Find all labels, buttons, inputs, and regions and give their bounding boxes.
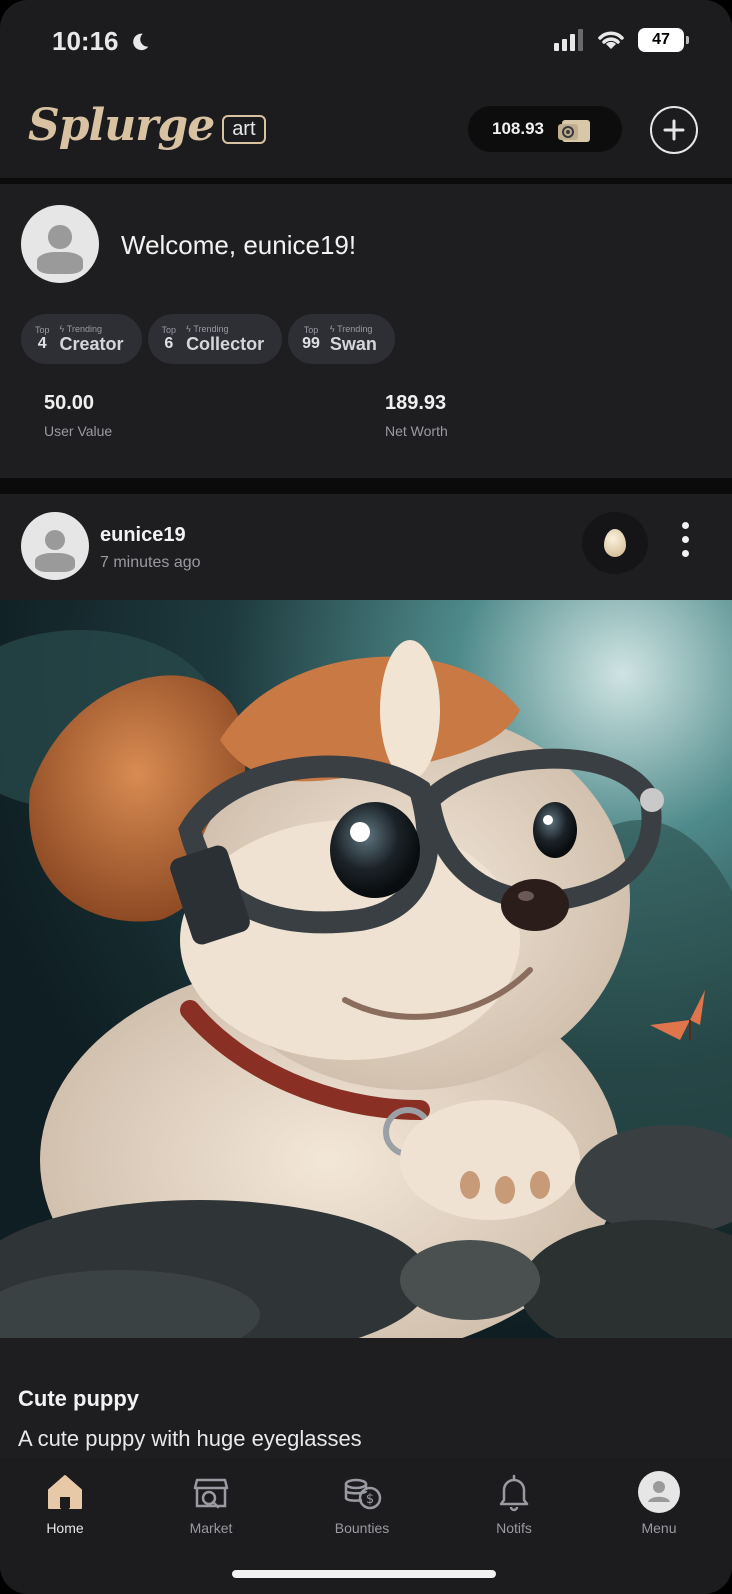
wallet-amount: 108.93: [492, 119, 544, 138]
egg-button[interactable]: [582, 512, 648, 574]
post-artwork-image[interactable]: [0, 600, 732, 1338]
tab-notifs[interactable]: Notifs: [454, 1470, 574, 1536]
badge-rank: 99: [302, 335, 320, 352]
badge-label: Collector: [186, 333, 265, 354]
tab-label: Menu: [641, 1520, 677, 1536]
status-time-text: 10:16: [52, 26, 119, 56]
rank-badges: Top 4 ϟ Trending Creator Top 6 ϟ Trendin…: [21, 314, 395, 364]
stat-value: 50.00: [44, 392, 95, 414]
logo-badge: art: [222, 115, 266, 144]
moon-icon: [132, 33, 148, 50]
profile-avatar[interactable]: [21, 205, 99, 283]
stat-label: User Value: [44, 423, 113, 439]
logo-wordmark: Splurge: [28, 100, 215, 151]
post-timestamp: 7 minutes ago: [100, 554, 201, 571]
market-icon: [193, 1478, 229, 1509]
badge-swan[interactable]: Top 99 ϟ Trending Swan: [288, 314, 395, 364]
post-author-avatar[interactable]: [21, 512, 89, 580]
tab-menu[interactable]: Menu: [599, 1470, 719, 1536]
battery-indicator: 47: [638, 28, 689, 52]
status-time: 10:16: [52, 26, 151, 57]
post-description: A cute puppy with huge eyeglasses: [18, 1426, 362, 1451]
status-icons: 47: [554, 28, 689, 52]
badge-collector[interactable]: Top 6 ϟ Trending Collector: [147, 314, 283, 364]
egg-icon: [604, 529, 626, 557]
battery-level: 47: [652, 31, 670, 48]
tab-market[interactable]: Market: [151, 1470, 271, 1536]
wifi-icon: [598, 31, 624, 49]
bounties-icon: $: [344, 1478, 382, 1510]
badge-label: Swan: [329, 333, 377, 354]
bell-icon: [499, 1474, 529, 1512]
tab-label: Market: [189, 1520, 233, 1536]
badge-trend: ϟ Trending: [329, 323, 373, 334]
status-bar: 10:16 47: [0, 0, 732, 82]
post-header: eunice19 7 minutes ago: [0, 494, 732, 600]
tab-bounties[interactable]: $ Bounties: [302, 1470, 422, 1536]
badge-top-label: Top: [161, 325, 177, 335]
stat-value: 189.93: [385, 392, 447, 414]
stat-label: Net Worth: [385, 423, 448, 439]
home-indicator[interactable]: [232, 1570, 496, 1578]
more-options-icon[interactable]: [682, 522, 689, 557]
badge-trend: ϟ Trending: [186, 323, 229, 334]
puppy-illustration: [0, 600, 732, 1338]
signal-icon: [554, 29, 583, 51]
stat-user-value: 50.00 User Value: [44, 392, 112, 439]
avatar-icon: [638, 1471, 680, 1513]
tab-label: Notifs: [496, 1520, 532, 1536]
badge-rank: 4: [37, 335, 47, 352]
welcome-text: Welcome, eunice19!: [121, 230, 357, 260]
tab-label: Home: [46, 1520, 84, 1536]
badge-trend: ϟ Trending: [59, 323, 102, 334]
stat-net-worth: 189.93 Net Worth: [385, 392, 448, 439]
badge-top-label: Top: [35, 325, 50, 335]
profile-card: Welcome, eunice19! Top 4 ϟ Trending Crea…: [0, 184, 732, 478]
badge-creator[interactable]: Top 4 ϟ Trending Creator: [21, 314, 142, 364]
post-author-name[interactable]: eunice19: [100, 524, 186, 547]
badge-rank: 6: [164, 335, 174, 352]
badge-label: Creator: [59, 333, 124, 354]
add-button[interactable]: [650, 106, 698, 154]
app-logo[interactable]: Splurge art: [28, 100, 266, 151]
wallet-balance-button[interactable]: 108.93: [468, 106, 622, 152]
tab-home[interactable]: Home: [5, 1470, 125, 1536]
svg-text:$: $: [366, 1492, 374, 1507]
badge-top-label: Top: [303, 325, 319, 335]
section-divider: [0, 478, 732, 494]
post-title: Cute puppy: [18, 1386, 139, 1411]
app-screen: 10:16 47 Splurge art 108.93 Welcome, eun…: [0, 0, 732, 1594]
home-icon: [48, 1475, 82, 1509]
tab-label: Bounties: [334, 1520, 390, 1536]
post-caption: Cute puppy A cute puppy with huge eyegla…: [0, 1338, 732, 1458]
wallet-icon: [558, 120, 590, 142]
app-header: Splurge art 108.93: [0, 82, 732, 178]
plus-icon: [663, 119, 685, 141]
